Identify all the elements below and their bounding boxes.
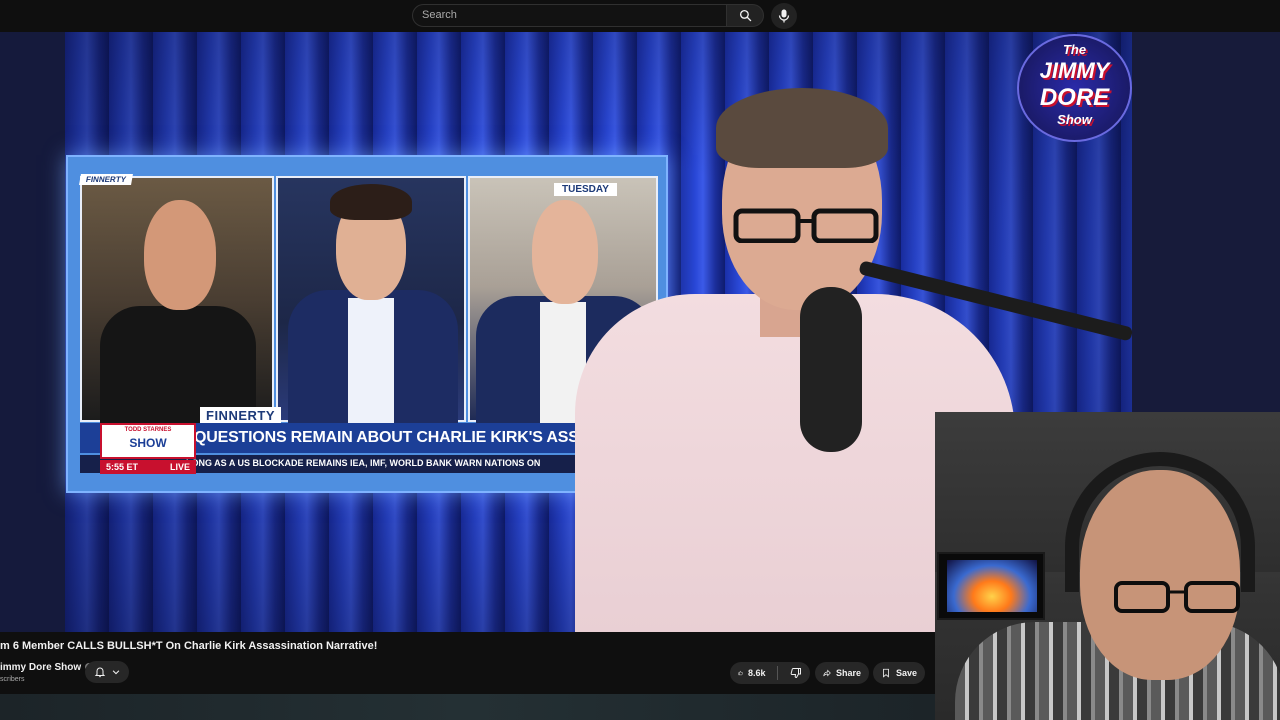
jimmy-dore-show-logo: The JIMMY DORE Show [1017,34,1132,142]
news-ticker-text: LONG AS A US BLOCKADE REMAINS IEA, IMF, … [186,458,541,468]
save-button[interactable]: Save [873,662,925,684]
search-input[interactable]: Search [412,4,727,27]
microphone-icon [778,9,790,23]
share-button[interactable]: Share [815,662,869,684]
video-letterbox-left [0,32,65,632]
studio-microphone [800,287,862,452]
live-badge: LIVE [169,462,190,472]
dislike-button[interactable] [782,667,810,679]
guest-panel-left [80,176,274,424]
logo-line1: TODD STARNES [124,427,172,433]
top-bar: Search [0,0,1280,32]
logo-jimmy: JIMMY [1039,58,1110,83]
bookmark-icon [883,668,889,678]
thumbs-down-icon [790,668,801,679]
guest-head [532,200,598,304]
fireplace-screen [947,560,1037,612]
share-label: Share [835,668,861,678]
host-glasses-icon [733,208,879,243]
todd-starnes-show-logo: TODD STARNES SHOW [100,423,196,459]
like-dislike-group: 8.6k [730,662,810,684]
thumbs-up-icon[interactable] [738,667,743,679]
save-label: Save [895,668,917,678]
chevron-down-icon [112,670,119,675]
subscriber-count: scribers [0,676,25,683]
time-text: 5:55 ET [106,462,139,472]
notification-button[interactable] [85,661,129,683]
channel-name-text[interactable]: immy Dore Show [0,662,81,673]
like-count[interactable]: 8.6k [748,668,766,678]
bell-icon [94,667,105,678]
host-hair [716,88,888,168]
guest-head [144,200,216,310]
logo-the: The [1062,42,1087,57]
video-title: m 6 Member CALLS BULLSH*T On Charlie Kir… [0,640,378,652]
logo-dore: DORE [1039,84,1110,111]
background-tv [937,552,1045,620]
description-strip [0,694,935,720]
voice-search-button[interactable] [771,3,797,29]
anchor-hair [330,184,412,220]
webcam-overlay [935,412,1280,720]
search-button[interactable] [726,4,764,27]
logo-show: Show [1057,112,1092,127]
share-icon [823,669,831,677]
broadcast-time: 5:55 ET LIVE [100,460,196,474]
viewer-glasses-icon [1114,581,1240,613]
host-panel-center [276,176,466,424]
anchor-shirt [348,298,394,424]
channel-name[interactable]: immy Dore Show [0,662,94,673]
search-icon [739,9,751,22]
logo-line2: SHOW [129,436,167,450]
show-name-tag: FINNERTY [200,407,281,424]
network-tag-small: FINNERTY [79,174,133,185]
day-tag: TUESDAY [554,183,617,196]
